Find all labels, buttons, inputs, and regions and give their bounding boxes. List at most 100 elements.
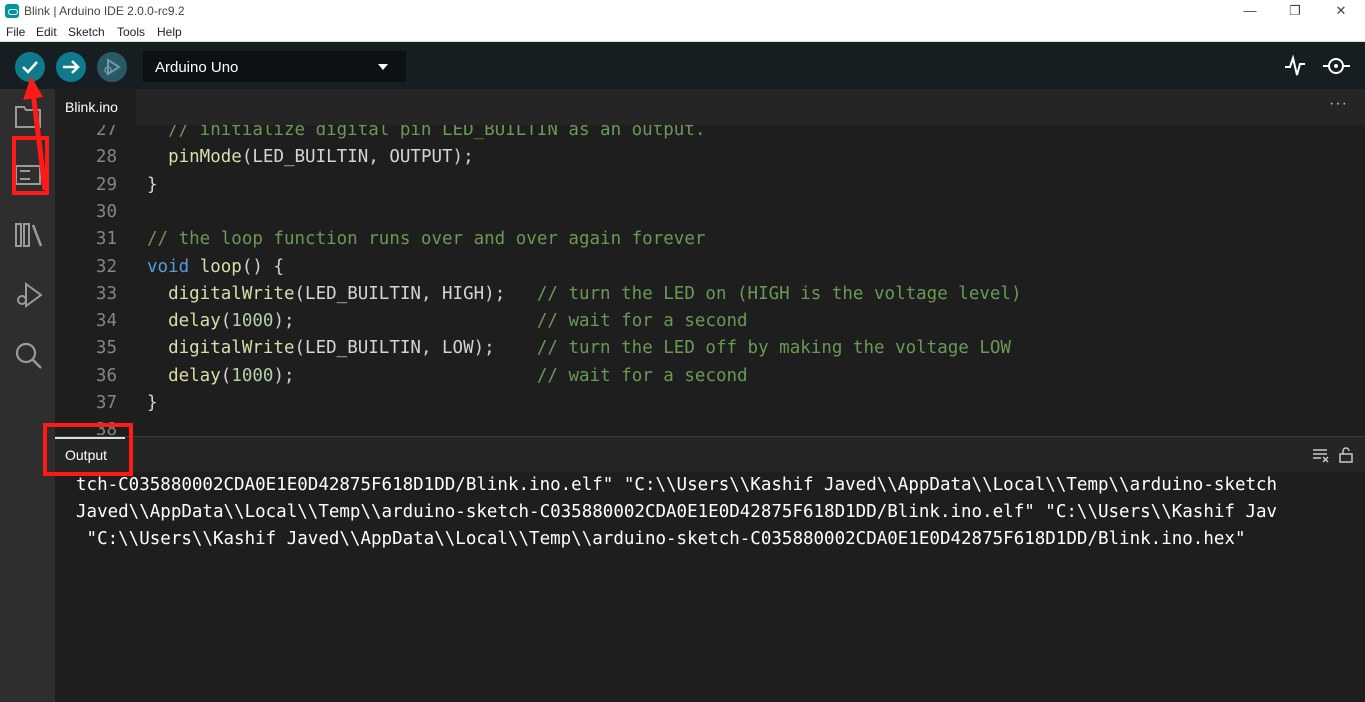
line-code: // initialize digital pin LED_BUILTIN as… (147, 125, 705, 140)
code-line: 27 // initialize digital pin LED_BUILTIN… (55, 125, 1365, 147)
search-icon[interactable] (14, 341, 44, 371)
code-line: 36 delay(1000); // wait for a second (55, 366, 1365, 393)
code-token: ); (273, 311, 537, 332)
code-line: 35 digitalWrite(LED_BUILTIN, LOW); // tu… (55, 338, 1365, 365)
line-code: delay(1000); // wait for a second (147, 366, 748, 386)
highlight-box-output-tab (43, 423, 133, 476)
code-line: 31 // the loop function runs over and ove… (55, 229, 1365, 256)
clear-output-icon[interactable] (1312, 447, 1330, 463)
line-number: 31 (95, 229, 117, 250)
line-number: 35 (95, 338, 117, 359)
output-console[interactable]: tch-C035880002CDA0E1E0D42875F618D1DD/Bli… (55, 472, 1365, 702)
output-line: "C:\\Users\\Kashif Javed\\AppData\\Local… (76, 529, 1246, 549)
line-number: 32 (95, 256, 117, 277)
code-token: delay (168, 311, 221, 332)
code-line: 32 void loop() { (55, 257, 1365, 284)
line-code: void loop() { (147, 257, 284, 277)
serial-monitor-icon[interactable] (1322, 54, 1352, 78)
code-token: (LED_BUILTIN, HIGH); (294, 283, 537, 304)
line-code: } (147, 175, 158, 195)
code-token: void (147, 256, 190, 277)
line-number: 36 (95, 365, 117, 386)
line-number: 34 (95, 311, 117, 332)
code-token: ( (220, 311, 232, 332)
code-line: 30 (55, 202, 1365, 229)
menu-sketch[interactable]: Sketch (68, 25, 105, 39)
debug-icon (104, 58, 121, 76)
code-token: // the loop function runs over and over … (147, 229, 706, 250)
menu-edit[interactable]: Edit (36, 25, 57, 39)
line-number: 33 (95, 283, 117, 304)
code-token: // wait for a second (536, 311, 748, 332)
line-code: // the loop function runs over and over … (147, 229, 705, 249)
code-token: delay (168, 365, 221, 386)
menu-tools[interactable]: Tools (117, 25, 145, 39)
code-token: 1000 (231, 311, 274, 332)
menu-bar: File Edit Sketch Tools Help (0, 22, 1365, 42)
code-line: 29} (55, 175, 1365, 202)
code-token: digitalWrite (168, 283, 295, 304)
code-editor[interactable]: 27 // initialize digital pin LED_BUILTIN… (55, 125, 1365, 435)
code-token: } (147, 174, 158, 195)
output-line: Javed\\AppData\\Local\\Temp\\arduino-ske… (76, 502, 1278, 522)
tab-blink-ino[interactable]: Blink.ino (55, 89, 136, 125)
maximize-button[interactable]: ❐ (1280, 2, 1310, 20)
menu-help[interactable]: Help (157, 25, 182, 39)
code-token: ); (273, 365, 537, 386)
code-line: 34 delay(1000); // wait for a second (55, 311, 1365, 338)
code-line: 33 digitalWrite(LED_BUILTIN, HIGH); // t… (55, 284, 1365, 311)
serial-plotter-icon[interactable] (1284, 54, 1306, 78)
code-token: // wait for a second (536, 365, 748, 386)
code-line: 37} (55, 393, 1365, 420)
code-line: 38 (55, 420, 1365, 435)
code-token: () { (241, 256, 285, 277)
line-code: pinMode(LED_BUILTIN, OUTPUT); (147, 147, 474, 167)
code-token: ( (220, 365, 232, 386)
board-selected-label: Arduino Uno (155, 59, 239, 76)
debug-icon[interactable] (14, 281, 44, 309)
line-number: 28 (95, 147, 117, 168)
editor-tab-bar: Blink.ino ··· (55, 89, 1365, 125)
upload-button[interactable] (56, 52, 86, 82)
lock-icon[interactable] (1338, 447, 1354, 463)
board-selector[interactable]: Arduino Uno (143, 51, 406, 82)
line-number: 30 (95, 201, 117, 222)
window-title: Blink | Arduino IDE 2.0.0-rc9.2 (24, 4, 185, 18)
more-actions-icon[interactable]: ··· (1329, 95, 1348, 113)
line-code: digitalWrite(LED_BUILTIN, LOW); // turn … (147, 338, 1011, 358)
code-token: (LED_BUILTIN, OUTPUT); (241, 147, 474, 168)
code-token: 1000 (231, 365, 274, 386)
code-token: pinMode (168, 147, 242, 168)
arduino-logo-icon (5, 4, 19, 18)
debug-button[interactable] (97, 52, 127, 82)
line-code: digitalWrite(LED_BUILTIN, HIGH); // turn… (147, 283, 1022, 304)
tab-label: Blink.ino (65, 99, 118, 115)
code-line: 28 pinMode(LED_BUILTIN, OUTPUT); (55, 147, 1365, 174)
line-number: 37 (95, 393, 117, 413)
line-code: } (147, 393, 158, 413)
output-line: tch-C035880002CDA0E1E0D42875F618D1DD/Bli… (76, 475, 1278, 495)
minimize-button[interactable]: — (1235, 2, 1265, 20)
close-button[interactable]: ✕ (1326, 2, 1356, 20)
code-token: // initialize digital pin LED_BUILTIN as… (147, 125, 706, 140)
bottom-panel-tabs: Output (55, 436, 1365, 472)
library-icon[interactable] (14, 221, 44, 249)
line-code: delay(1000); // wait for a second (147, 311, 748, 331)
chevron-down-icon (378, 64, 388, 70)
code-token: } (147, 393, 158, 413)
line-number: 27 (95, 125, 117, 140)
code-token: // turn the LED on (HIGH is the voltage … (536, 283, 1022, 304)
annotation-arrow (23, 76, 48, 191)
code-token: (LED_BUILTIN, LOW); (294, 338, 537, 359)
code-token: // turn the LED off by making the voltag… (536, 338, 1011, 359)
code-token: digitalWrite (168, 338, 295, 359)
code-token: loop (199, 256, 242, 277)
menu-file[interactable]: File (6, 25, 25, 39)
arrow-right-icon (63, 60, 80, 74)
